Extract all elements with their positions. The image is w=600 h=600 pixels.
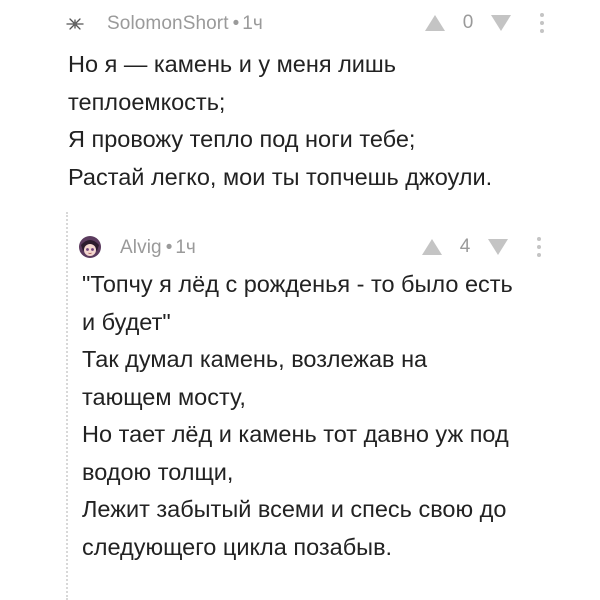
timestamp[interactable]: 1ч <box>242 13 262 35</box>
meta-separator: • <box>232 13 240 34</box>
comment: SolomonShort • 1ч 0 Но я — камень и у ме… <box>0 0 600 214</box>
vote-score: 0 <box>462 12 474 33</box>
upvote-button[interactable] <box>421 237 443 257</box>
comment-line: теплоемкость; <box>68 88 226 115</box>
vertical-dots-icon <box>540 13 544 33</box>
sparkle-avatar-icon <box>66 18 84 30</box>
comment-body: Но я — камень и у меня лишь теплоемкость… <box>68 46 492 196</box>
more-options-button[interactable] <box>538 12 546 34</box>
upvote-button[interactable] <box>424 13 446 33</box>
triangle-down-icon <box>488 239 508 255</box>
username[interactable]: SolomonShort <box>107 13 229 35</box>
comment-line: Но тает лёд и камень тот давно уж под <box>82 421 509 447</box>
vote-controls: 4 <box>421 236 543 258</box>
vote-controls: 0 <box>424 12 546 34</box>
comment-line: Я провожу тепло под ноги тебе; <box>68 126 416 152</box>
comment-line: следующего цикла позабыв. <box>82 533 393 560</box>
triangle-up-icon <box>422 239 442 255</box>
comment-reply: Alvig • 1ч 4 "Топчу я лёд с рожденья - т… <box>0 214 600 600</box>
avatar[interactable] <box>76 233 104 261</box>
meta-separator: • <box>165 237 173 258</box>
vote-score: 4 <box>459 236 471 257</box>
comment-line: Так думал камень, возлежав на <box>82 346 428 372</box>
comment-header: SolomonShort • 1ч <box>107 12 263 36</box>
anime-avatar-icon <box>79 236 101 258</box>
triangle-up-icon <box>425 15 445 31</box>
triangle-down-icon <box>491 15 511 31</box>
comment-line: тающем мосту, <box>82 383 246 410</box>
downvote-button[interactable] <box>487 237 509 257</box>
comment-line: "Топчу я лёд с рожденья - то было есть <box>82 271 513 297</box>
comment-line: Но я — камень и у меня лишь <box>68 51 397 77</box>
username[interactable]: Alvig <box>120 237 162 259</box>
more-options-button[interactable] <box>535 236 543 258</box>
comment-line: Растай легко, мои ты топчешь джоули. <box>68 163 493 190</box>
comment-header: Alvig • 1ч <box>120 236 196 260</box>
comment-line: Лежит забытый всеми и спесь свою до <box>82 496 507 522</box>
timestamp[interactable]: 1ч <box>175 237 195 259</box>
comment-line: водою толщи, <box>82 458 234 485</box>
comment-body: "Топчу я лёд с рожденья - то было есть и… <box>82 266 513 566</box>
vertical-dots-icon <box>537 237 541 257</box>
downvote-button[interactable] <box>490 13 512 33</box>
avatar[interactable] <box>61 10 89 38</box>
comment-line: и будет" <box>82 308 171 335</box>
